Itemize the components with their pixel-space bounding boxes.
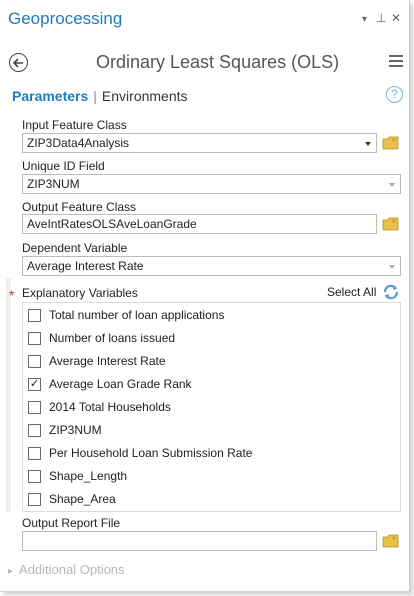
chevron-down-icon <box>389 265 395 269</box>
browse-folder-icon[interactable] <box>382 217 399 231</box>
output-report-file-label: Output Report File <box>22 516 121 530</box>
input-feature-class-label: Input Feature Class <box>22 118 127 132</box>
geoprocessing-pane: Geoprocessing ▾ ⊥ ✕ Ordinary Least Squar… <box>0 0 410 592</box>
output-feature-class-value: AveIntRatesOLSAveLoanGrade <box>27 217 197 231</box>
back-arrow-icon <box>13 57 23 68</box>
input-feature-class-dropdown[interactable]: ZIP3Data4Analysis <box>22 133 377 153</box>
browse-folder-icon[interactable] <box>382 136 399 150</box>
list-item[interactable]: Shape_Length <box>28 466 388 486</box>
output-feature-class-label: Output Feature Class <box>22 200 137 214</box>
explanatory-variables-label: Explanatory Variables <box>22 286 138 300</box>
checkbox[interactable] <box>28 424 41 437</box>
additional-options-expander[interactable]: ▸ Additional Options <box>8 562 125 577</box>
dependent-variable-label: Dependent Variable <box>22 241 128 255</box>
select-all-link[interactable]: Select All <box>327 285 376 299</box>
chevron-down-icon <box>389 183 395 187</box>
required-indicator-strip <box>6 278 11 512</box>
checkbox[interactable] <box>28 447 41 460</box>
tab-parameters[interactable]: Parameters <box>12 88 88 104</box>
list-item-label: Shape_Area <box>49 492 116 506</box>
input-feature-class-value: ZIP3Data4Analysis <box>27 136 130 150</box>
back-button[interactable] <box>9 53 28 72</box>
tool-menu-icon[interactable] <box>389 55 403 68</box>
dependent-variable-value: Average Interest Rate <box>27 259 144 273</box>
list-item-label: Total number of loan applications <box>49 308 225 322</box>
tab-divider: | <box>93 88 97 104</box>
help-icon[interactable]: ? <box>386 86 403 103</box>
list-item[interactable]: ZIP3NUM <box>28 420 388 440</box>
unique-id-field-label: Unique ID Field <box>22 159 105 173</box>
pane-menu-button[interactable]: ▾ <box>362 14 367 26</box>
chevron-right-icon: ▸ <box>8 566 14 577</box>
list-item[interactable]: ✓ Average Loan Grade Rank <box>28 374 388 394</box>
tool-title: Ordinary Least Squares (OLS) <box>96 52 340 72</box>
checkbox[interactable] <box>28 401 41 414</box>
checkbox[interactable] <box>28 309 41 322</box>
list-item-label: Average Loan Grade Rank <box>49 377 192 391</box>
list-item[interactable]: Total number of loan applications <box>28 305 388 325</box>
list-item-label: Per Household Loan Submission Rate <box>49 446 253 460</box>
checkbox[interactable] <box>28 355 41 368</box>
pin-icon[interactable]: ⊥ <box>376 12 386 24</box>
checkbox[interactable]: ✓ <box>28 378 41 391</box>
dependent-variable-dropdown[interactable]: Average Interest Rate <box>22 256 401 276</box>
list-item[interactable]: Per Household Loan Submission Rate <box>28 443 388 463</box>
refresh-icon[interactable] <box>382 283 400 301</box>
unique-id-field-value: ZIP3NUM <box>27 177 80 191</box>
output-feature-class-input[interactable]: AveIntRatesOLSAveLoanGrade <box>22 214 377 234</box>
output-report-file-input[interactable] <box>22 531 377 551</box>
list-item[interactable]: Average Interest Rate <box>28 351 388 371</box>
checkbox[interactable] <box>28 332 41 345</box>
checkbox[interactable] <box>28 493 41 506</box>
browse-folder-icon[interactable] <box>382 534 399 548</box>
additional-options-label: Additional Options <box>19 562 125 577</box>
explanatory-variables-list: Total number of loan applications Number… <box>22 302 401 512</box>
list-item-label: 2014 Total Households <box>49 400 171 414</box>
list-item-label: ZIP3NUM <box>49 423 102 437</box>
close-icon[interactable]: ✕ <box>391 12 401 24</box>
list-item[interactable]: Shape_Area <box>28 489 388 509</box>
list-item[interactable]: Number of loans issued <box>28 328 388 348</box>
required-marker: * <box>9 287 15 303</box>
chevron-down-icon <box>365 142 371 146</box>
list-item-label: Shape_Length <box>49 469 128 483</box>
pane-titlebar: Geoprocessing ▾ ⊥ ✕ <box>0 0 409 38</box>
tab-environments[interactable]: Environments <box>102 88 188 104</box>
pane-title: Geoprocessing <box>8 9 123 28</box>
list-item[interactable]: 2014 Total Households <box>28 397 388 417</box>
tab-bar: Parameters | Environments <box>12 88 188 104</box>
list-item-label: Number of loans issued <box>49 331 176 345</box>
checkbox[interactable] <box>28 470 41 483</box>
unique-id-field-dropdown[interactable]: ZIP3NUM <box>22 174 401 194</box>
list-item-label: Average Interest Rate <box>49 354 166 368</box>
